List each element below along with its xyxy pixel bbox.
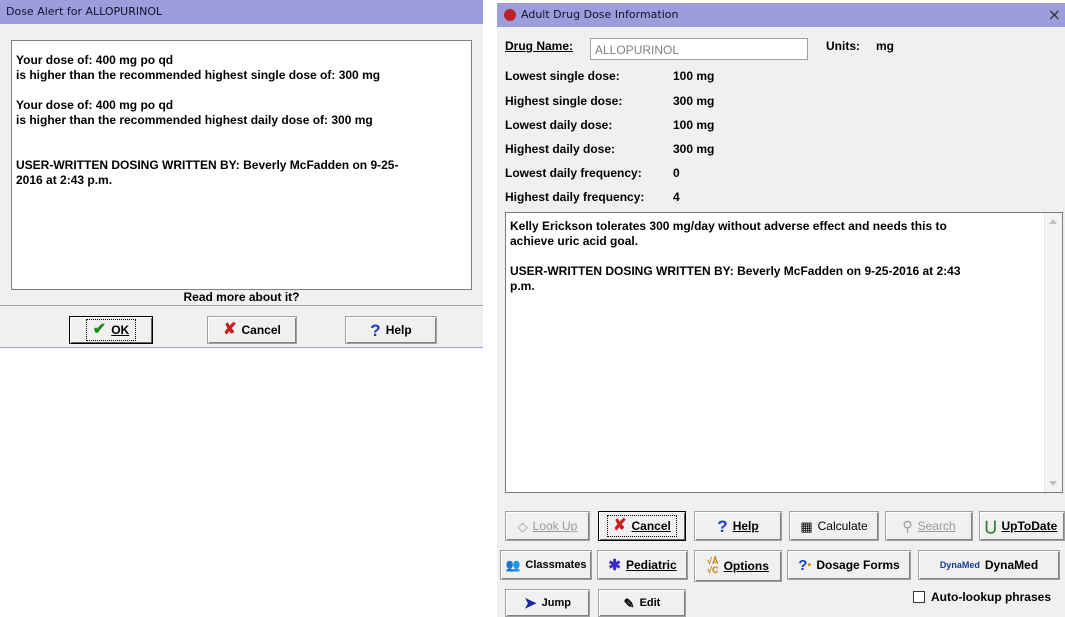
help-button[interactable]: ? Help <box>345 316 437 344</box>
diamond-icon: ◇ <box>517 518 528 534</box>
highest-daily-dose-label: Highest daily dose: <box>505 142 616 156</box>
notes-line: USER-WRITTEN DOSING WRITTEN BY: Beverly … <box>510 264 961 278</box>
highest-daily-dose-value: 300 mg <box>673 142 715 156</box>
x-icon: ✘ <box>223 321 237 338</box>
dynamed-button[interactable]: DynaMed DynaMed <box>918 550 1060 580</box>
ok-button[interactable]: ✔ OK <box>69 316 153 344</box>
close-icon[interactable]: × <box>1048 3 1061 27</box>
notes-scrollbar[interactable] <box>1044 213 1062 492</box>
check-icon: ✔ <box>92 321 107 338</box>
question-icon: ? <box>717 516 728 536</box>
search-button[interactable]: ⚲ Search <box>885 511 973 541</box>
alert-line: USER-WRITTEN DOSING WRITTEN BY: Beverly … <box>16 158 399 172</box>
highest-single-dose-value: 300 mg <box>673 94 715 108</box>
highest-single-dose-label: Highest single dose: <box>505 94 623 108</box>
calculator-icon: ▦ <box>800 518 813 534</box>
alert-line: is higher than the recommended highest s… <box>16 68 381 82</box>
lowest-single-dose-value: 100 mg <box>673 69 715 83</box>
ok-label: OK <box>111 323 130 337</box>
dynamed-logo: DynaMed <box>939 560 980 570</box>
dose-alert-dialog: Dose Alert for ALLOPURINOL Your dose of:… <box>0 0 483 348</box>
lowest-daily-frequency-label: Lowest daily frequency: <box>505 166 642 180</box>
uptodate-button[interactable]: ⋃ UpToDate <box>979 511 1065 541</box>
dosing-notes-textarea[interactable]: Kelly Erickson tolerates 300 mg/day with… <box>505 212 1063 493</box>
pediatric-button[interactable]: ✱ Pediatric <box>597 550 688 580</box>
lowest-daily-frequency-value: 0 <box>673 166 680 180</box>
people-icon: 👥 <box>505 558 521 572</box>
arrow-right-icon: ➤ <box>524 594 537 612</box>
help-label: Help <box>385 323 412 337</box>
notes-line: achieve uric acid goal. <box>510 234 639 248</box>
dosage-forms-button[interactable]: ? ▪ Dosage Forms <box>787 550 911 580</box>
alert-line: is higher than the recommended highest d… <box>16 113 373 127</box>
uptodate-logo-icon: ⋃ <box>985 518 997 534</box>
cancel-label: Cancel <box>241 323 281 337</box>
highest-daily-frequency-label: Highest daily frequency: <box>505 190 645 204</box>
look-up-button[interactable]: ◇ Look Up <box>505 511 590 541</box>
options-button[interactable]: √Å √C Options <box>694 550 782 582</box>
units-label: Units: <box>826 39 860 53</box>
drug-name-field[interactable]: ALLOPURINOL <box>590 38 808 60</box>
alert-line: Your dose of: 400 mg po qd <box>16 53 174 67</box>
units-value: mg <box>876 39 894 53</box>
calculate-button[interactable]: ▦ Calculate <box>789 511 879 541</box>
alert-line: Your dose of: 400 mg po qd <box>16 98 174 112</box>
drug-dose-info-dialog: Adult Drug Dose Information × Drug Name:… <box>497 3 1065 617</box>
help-button[interactable]: ? Help <box>694 511 782 541</box>
drug-name-label: Drug Name: <box>505 39 574 53</box>
question-icon: ? <box>370 320 381 340</box>
lowest-single-dose-label: Lowest single dose: <box>505 69 620 83</box>
x-icon: ✘ <box>613 517 627 534</box>
drug-dose-titlebar: Adult Drug Dose Information × <box>497 3 1065 27</box>
dialog-bottom-border <box>0 347 483 348</box>
alert-message-box: Your dose of: 400 mg po qd is higher tha… <box>11 40 472 290</box>
cancel-button[interactable]: ✘ Cancel <box>598 511 686 541</box>
lowest-daily-dose-value: 100 mg <box>673 118 715 132</box>
child-icon: ✱ <box>608 556 621 574</box>
notes-line: p.m. <box>510 279 535 293</box>
scroll-down-icon[interactable] <box>1049 481 1057 486</box>
classmates-button[interactable]: 👥 Classmates <box>500 550 592 580</box>
scroll-up-icon[interactable] <box>1049 219 1057 224</box>
divider <box>0 305 483 306</box>
edit-button[interactable]: ✎ Edit <box>598 589 686 617</box>
lowest-daily-dose-label: Lowest daily dose: <box>505 118 613 132</box>
read-more-link[interactable]: Read more about it? <box>0 290 483 304</box>
notes-line: Kelly Erickson tolerates 300 mg/day with… <box>510 219 947 233</box>
edit-icon: ✎ <box>623 595 635 611</box>
window-title: Adult Drug Dose Information <box>521 8 679 21</box>
checkbox-box[interactable] <box>913 591 925 603</box>
cancel-button[interactable]: ✘ Cancel <box>207 316 297 344</box>
dosage-forms-icon: ? ▪ <box>798 556 812 574</box>
search-icon: ⚲ <box>902 518 913 534</box>
dose-alert-titlebar: Dose Alert for ALLOPURINOL <box>0 0 483 24</box>
abc-options-icon: √Å √C <box>707 556 719 575</box>
auto-lookup-checkbox[interactable]: Auto-lookup phrases <box>913 590 1051 604</box>
alert-line: 2016 at 2:43 p.m. <box>16 173 113 187</box>
jump-button[interactable]: ➤ Jump <box>505 589 590 617</box>
app-icon <box>504 9 516 21</box>
highest-daily-frequency-value: 4 <box>673 190 680 204</box>
